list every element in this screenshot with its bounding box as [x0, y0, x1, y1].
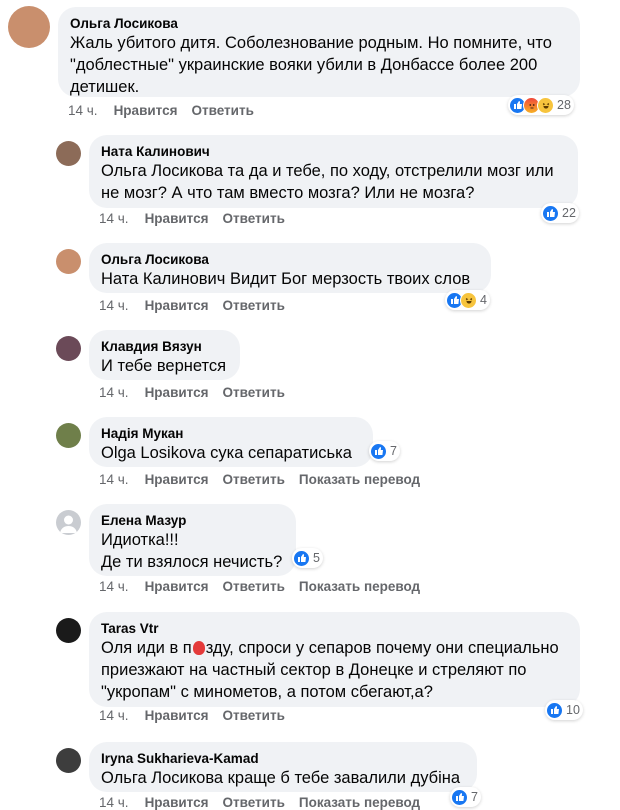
comment-text: Ольга Лосикова та да и тебе, по ходу, от…	[101, 162, 554, 202]
reply-button[interactable]: Ответить	[222, 795, 284, 810]
comment-author[interactable]: Клавдия Вязун	[101, 338, 228, 355]
censor-emoji-icon	[192, 641, 205, 655]
comment-text: Ольга Лосикова краще б тебе завалили дуб…	[101, 769, 461, 787]
comment-author[interactable]: Елена Мазур	[101, 512, 284, 529]
timestamp[interactable]: 14 ч.	[68, 103, 98, 118]
comment-bubble: Taras Vtr Оля иди в п зду, спроси у сепар…	[89, 612, 580, 707]
reaction-count: 4	[480, 293, 487, 307]
show-translation-button[interactable]: Показать перевод	[299, 472, 420, 487]
comment-actions: 14 ч. Нравится Ответить	[99, 298, 299, 313]
comment-bubble: Клавдия Вязун И тебе вернется	[89, 330, 240, 380]
comment-bubble: Ната Калинович Ольга Лосикова та да и те…	[89, 135, 578, 208]
reaction-summary[interactable]: 22	[541, 203, 579, 223]
comment-text: Ната Калинович Видит Бог мерзость твоих …	[101, 270, 471, 288]
comment-author[interactable]: Надія Мукан	[101, 425, 361, 442]
reply-button[interactable]: Ответить	[222, 298, 284, 313]
like-reaction-icon	[451, 788, 468, 806]
comment-text: Оля иди в п зду, спроси у сепаров почему …	[101, 637, 568, 703]
timestamp[interactable]: 14 ч.	[99, 579, 129, 594]
comment-bubble: Ольга Лосикова Жаль убитого дитя. Соболе…	[58, 7, 580, 97]
like-button[interactable]: Нравится	[145, 579, 209, 594]
avatar[interactable]	[56, 618, 81, 643]
avatar[interactable]	[56, 336, 81, 361]
reply-button[interactable]: Ответить	[222, 708, 284, 723]
reply-button[interactable]: Ответить	[222, 211, 284, 226]
reply-button[interactable]: Ответить	[222, 579, 284, 594]
show-translation-button[interactable]: Показать перевод	[299, 579, 420, 594]
comment-author[interactable]: Taras Vtr	[101, 620, 568, 637]
comment-actions: 14 ч. Нравится Ответить	[99, 708, 299, 723]
like-button[interactable]: Нравится	[145, 298, 209, 313]
comment-text: Olga Losikova сука сепаратиська	[101, 444, 352, 462]
reaction-count: 10	[566, 703, 580, 717]
like-button[interactable]: Нравится	[145, 472, 209, 487]
reaction-summary[interactable]: 10	[545, 700, 583, 720]
reaction-summary[interactable]: 7	[369, 441, 400, 461]
haha-reaction-icon	[537, 96, 554, 114]
comment-bubble: Надія Мукан Olga Losikova сука сепаратис…	[89, 417, 373, 467]
avatar[interactable]	[56, 423, 81, 448]
reaction-count: 7	[471, 790, 478, 804]
comment-actions: 14 ч. Нравится Ответить	[68, 103, 268, 118]
reaction-count: 5	[313, 551, 320, 565]
comment-text: Идиотка!!! Де ти взялося нечисть?	[101, 531, 283, 571]
timestamp[interactable]: 14 ч.	[99, 385, 129, 400]
timestamp[interactable]: 14 ч.	[99, 708, 129, 723]
haha-reaction-icon	[460, 291, 477, 309]
avatar[interactable]	[56, 141, 81, 166]
reply-button[interactable]: Ответить	[191, 103, 253, 118]
comment-bubble: Елена Мазур Идиотка!!! Де ти взялося неч…	[89, 504, 296, 576]
timestamp[interactable]: 14 ч.	[99, 211, 129, 226]
reaction-summary[interactable]: 28	[508, 95, 574, 115]
comment-actions: 14 ч. Нравится Ответить	[99, 385, 299, 400]
like-button[interactable]: Нравится	[145, 795, 209, 810]
like-button[interactable]: Нравится	[145, 211, 209, 226]
reaction-summary[interactable]: 7	[450, 787, 481, 807]
comment-text-part: Оля иди в п	[101, 639, 192, 657]
reaction-count: 22	[562, 206, 576, 220]
like-reaction-icon	[542, 204, 559, 222]
comment-actions: 14 ч. Нравится Ответить Показать перевод	[99, 472, 434, 487]
reply-button[interactable]: Ответить	[222, 472, 284, 487]
show-translation-button[interactable]: Показать перевод	[299, 795, 420, 810]
like-reaction-icon	[546, 701, 563, 719]
comment-actions: 14 ч. Нравится Ответить Показать перевод	[99, 579, 434, 594]
reaction-summary[interactable]: 5	[292, 548, 323, 568]
default-avatar-icon	[60, 515, 77, 533]
like-button[interactable]: Нравится	[114, 103, 178, 118]
comment-bubble: Iryna Sukharieva-Kamad Ольга Лосикова кр…	[89, 742, 477, 792]
comment-text: Жаль убитого дитя. Соболезнование родным…	[70, 34, 552, 96]
comment-author[interactable]: Ната Калинович	[101, 143, 566, 160]
comment-actions: 14 ч. Нравится Ответить Показать перевод	[99, 795, 434, 810]
avatar[interactable]	[8, 6, 50, 48]
like-reaction-icon	[293, 549, 310, 567]
reply-button[interactable]: Ответить	[222, 385, 284, 400]
timestamp[interactable]: 14 ч.	[99, 795, 129, 810]
comment-author[interactable]: Iryna Sukharieva-Kamad	[101, 750, 465, 767]
like-button[interactable]: Нравится	[145, 385, 209, 400]
reaction-count: 28	[557, 98, 571, 112]
like-reaction-icon	[370, 442, 387, 460]
reaction-summary[interactable]: 4	[445, 290, 490, 310]
comment-author[interactable]: Ольга Лосикова	[101, 251, 479, 268]
avatar[interactable]	[56, 748, 81, 773]
like-button[interactable]: Нравится	[145, 708, 209, 723]
comment-author[interactable]: Ольга Лосикова	[70, 15, 568, 32]
comment-text: И тебе вернется	[101, 357, 227, 375]
avatar[interactable]	[56, 510, 81, 535]
reaction-count: 7	[390, 444, 397, 458]
timestamp[interactable]: 14 ч.	[99, 472, 129, 487]
avatar[interactable]	[56, 249, 81, 274]
timestamp[interactable]: 14 ч.	[99, 298, 129, 313]
comment-actions: 14 ч. Нравится Ответить	[99, 211, 299, 226]
comment-bubble: Ольга Лосикова Ната Калинович Видит Бог …	[89, 243, 491, 293]
